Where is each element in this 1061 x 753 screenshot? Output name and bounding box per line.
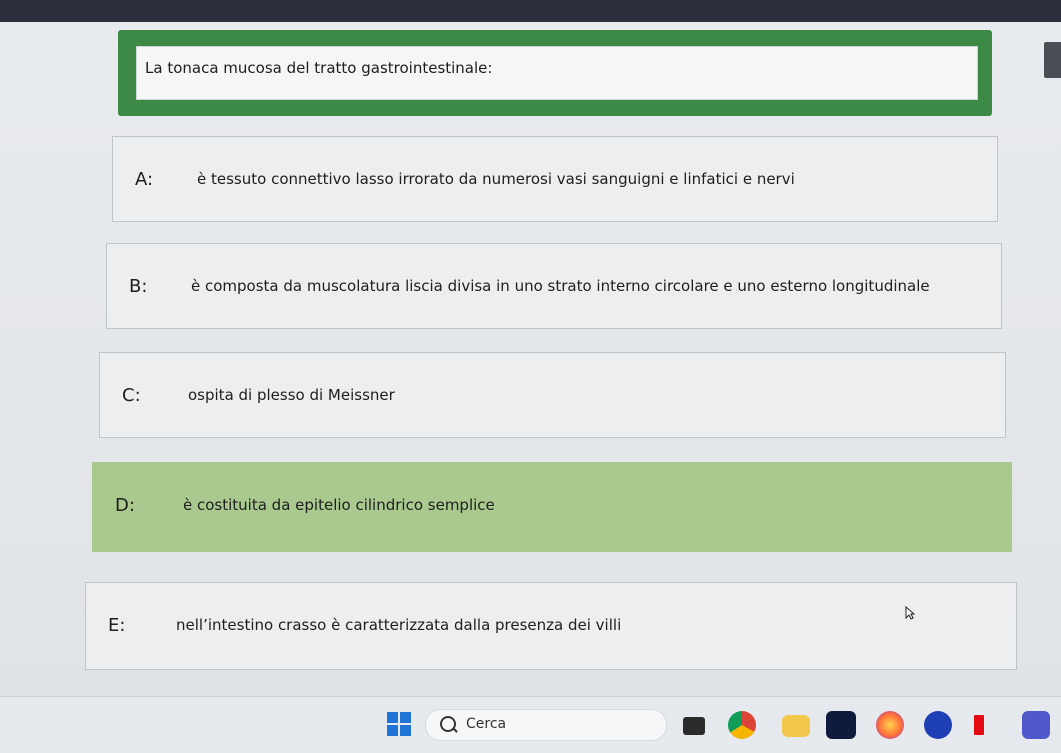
option-letter: E: bbox=[108, 615, 126, 636]
mouse-pointer-icon bbox=[905, 606, 915, 620]
option-text: nell’intestino crasso è caratterizzata d… bbox=[176, 616, 622, 634]
question-frame: La tonaca mucosa del tratto gastrointest… bbox=[118, 30, 992, 116]
option-c[interactable]: C: ospita di plesso di Meissner bbox=[99, 352, 1006, 438]
windows-start-icon[interactable] bbox=[387, 712, 411, 736]
option-letter: D: bbox=[115, 495, 135, 516]
option-text: ospita di plesso di Meissner bbox=[188, 386, 395, 404]
chrome-icon[interactable] bbox=[728, 711, 756, 739]
option-e[interactable]: E: nell’intestino crasso è caratterizzat… bbox=[85, 582, 1017, 670]
disney-plus-icon[interactable] bbox=[826, 711, 856, 739]
file-explorer-icon[interactable] bbox=[683, 717, 705, 735]
teams-icon[interactable] bbox=[1022, 711, 1050, 739]
option-letter: C: bbox=[122, 385, 141, 406]
netflix-icon[interactable] bbox=[974, 715, 984, 735]
option-text: è tessuto connettivo lasso irrorato da n… bbox=[197, 170, 795, 188]
option-letter: A: bbox=[135, 169, 154, 190]
taskbar-search-box[interactable]: Cerca bbox=[425, 709, 667, 741]
option-a[interactable]: A: è tessuto connettivo lasso irrorato d… bbox=[112, 136, 998, 222]
option-text: è composta da muscolatura liscia divisa … bbox=[191, 277, 930, 295]
question-box: La tonaca mucosa del tratto gastrointest… bbox=[136, 46, 978, 100]
search-icon bbox=[440, 716, 456, 732]
option-d-selected[interactable]: D: è costituita da epitelio cilindrico s… bbox=[92, 462, 1012, 552]
folder-icon[interactable] bbox=[782, 715, 810, 737]
option-letter: B: bbox=[129, 276, 148, 297]
zoom-icon[interactable] bbox=[924, 711, 952, 739]
question-text: La tonaca mucosa del tratto gastrointest… bbox=[145, 59, 493, 77]
taskbar: Cerca bbox=[0, 696, 1061, 753]
search-label: Cerca bbox=[466, 716, 507, 732]
browser-top-bar bbox=[0, 0, 1061, 22]
option-b[interactable]: B: è composta da muscolatura liscia divi… bbox=[106, 243, 1002, 329]
side-panel-tab[interactable] bbox=[1044, 42, 1061, 78]
firefox-icon[interactable] bbox=[876, 711, 904, 739]
option-text: è costituita da epitelio cilindrico semp… bbox=[183, 496, 495, 514]
